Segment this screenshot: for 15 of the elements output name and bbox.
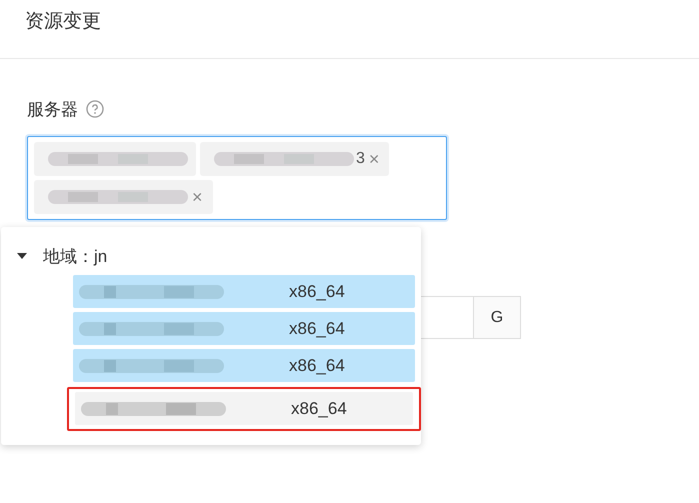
arch-text: x86_64 [289,318,345,338]
server-option[interactable]: x86_64 [73,312,415,345]
help-icon[interactable] [86,100,104,118]
server-option[interactable]: x86_64 [73,275,415,308]
server-option[interactable]: x86_64 [73,349,415,382]
arch-text: x86_64 [289,282,345,302]
page-title: 资源变更 [25,11,101,32]
caret-icon[interactable] [17,252,27,260]
server-option[interactable]: x86_64 [75,392,413,425]
arch-text: x86_64 [289,356,345,376]
group-label: 地域：jn [43,246,108,268]
field-label: 服务器 [27,98,78,120]
arch-text: x86_64 [291,398,347,418]
tag-text: 3 [356,150,365,168]
unit-addon: G [474,296,521,339]
